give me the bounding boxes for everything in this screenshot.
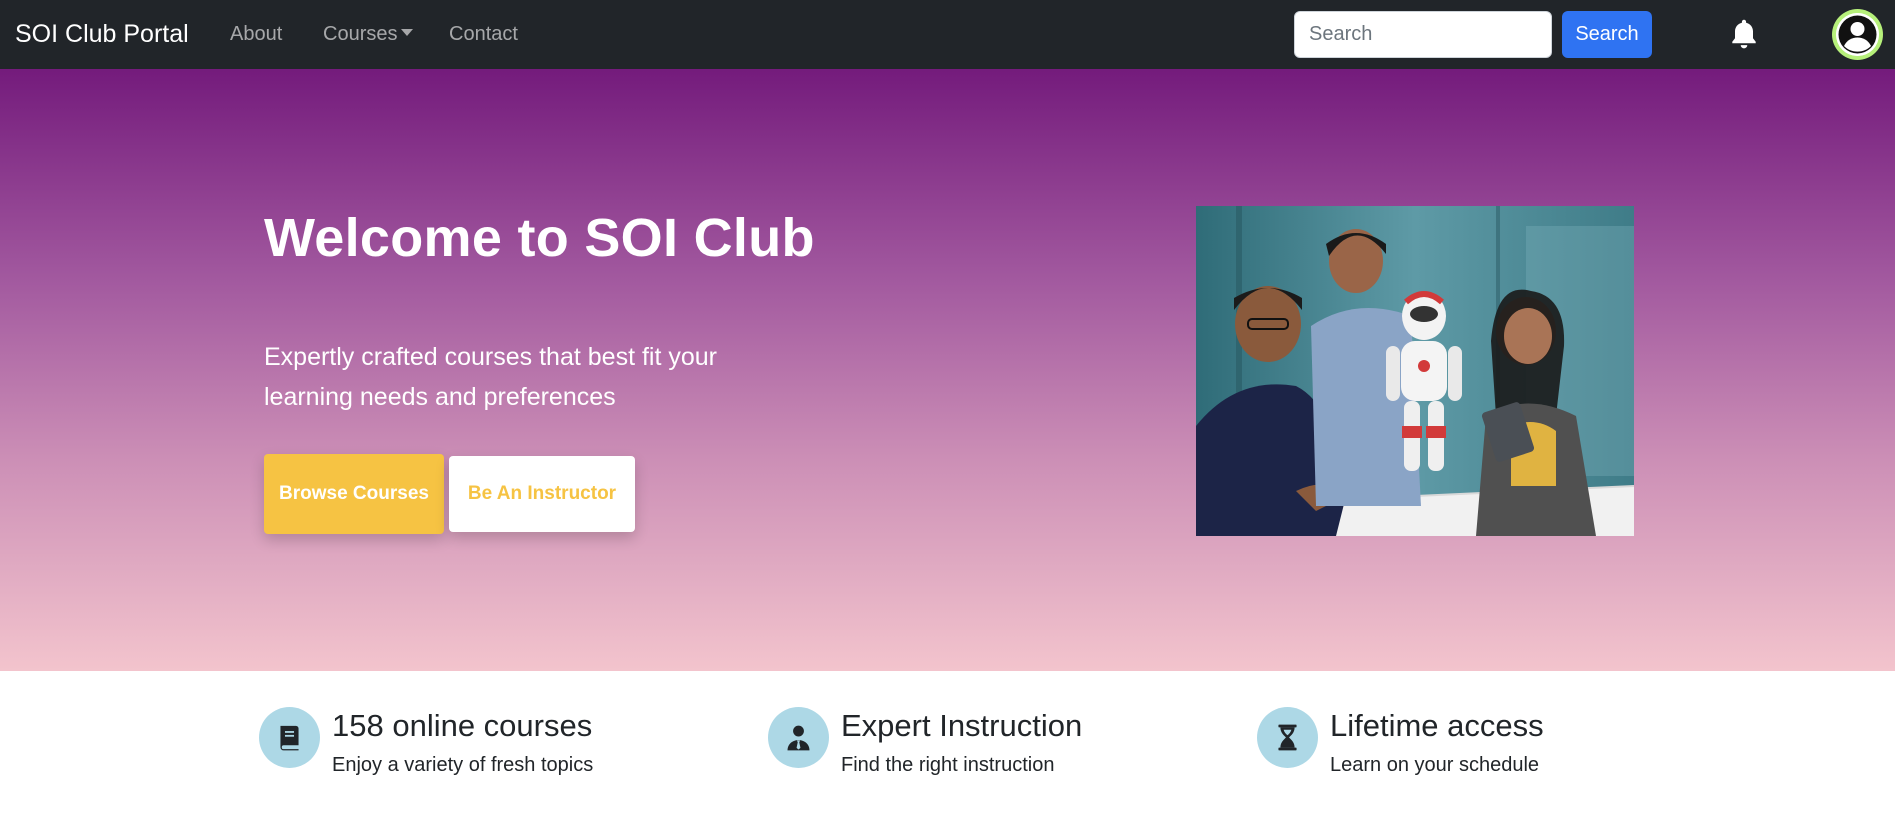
feature-title: 158 online courses bbox=[332, 708, 593, 743]
feature-subtitle: Find the right instruction bbox=[841, 754, 1055, 776]
search-button[interactable]: Search bbox=[1562, 11, 1652, 58]
brand-link[interactable]: SOI Club Portal bbox=[15, 19, 189, 49]
nav-contact-link[interactable]: Contact bbox=[449, 22, 518, 47]
search-input[interactable] bbox=[1294, 11, 1552, 58]
avatar[interactable] bbox=[1832, 9, 1883, 60]
feature-subtitle: Enjoy a variety of fresh topics bbox=[332, 754, 594, 776]
hourglass-icon bbox=[1257, 707, 1318, 768]
feature-title: Expert Instruction bbox=[841, 708, 1083, 743]
feature-title: Lifetime access bbox=[1330, 708, 1544, 743]
feature-subtitle: Learn on your schedule bbox=[1330, 754, 1540, 776]
nav-courses-dropdown[interactable]: Courses bbox=[323, 22, 414, 47]
hero-title: Welcome to SOI Club bbox=[264, 208, 815, 268]
browse-courses-button[interactable]: Browse Courses bbox=[264, 454, 444, 534]
user-circle-icon bbox=[1836, 13, 1879, 56]
book-icon bbox=[259, 707, 320, 768]
be-an-instructor-button[interactable]: Be An Instructor bbox=[449, 456, 635, 532]
nav-courses-label: Courses bbox=[323, 23, 398, 45]
navbar: SOI Club Portal About Courses Contact Se… bbox=[0, 0, 1895, 69]
bell-icon[interactable] bbox=[1726, 16, 1762, 52]
hero-image bbox=[1196, 206, 1634, 536]
chevron-down-icon bbox=[401, 29, 414, 36]
instructor-icon bbox=[768, 707, 829, 768]
hero-subtitle: Expertly crafted courses that best fit y… bbox=[264, 343, 717, 411]
hero-section: Welcome to SOI Club Expertly crafted cou… bbox=[0, 69, 1895, 671]
nav-about-link[interactable]: About bbox=[230, 22, 282, 47]
